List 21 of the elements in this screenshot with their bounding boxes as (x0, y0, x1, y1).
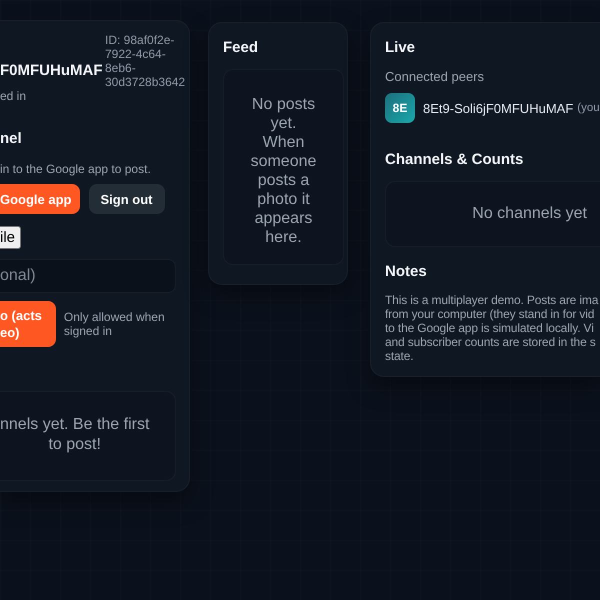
upload-note-text: Only allowed when signed in (64, 310, 166, 338)
peers-label: Connected peers (385, 69, 486, 85)
empty-state-text: No posts yet. When someone posts a photo it appears here. (250, 95, 318, 247)
hint-text: in to the Google app to post. (0, 161, 152, 177)
empty-state-text: No channels yet (472, 204, 587, 224)
section-heading: Channels & Counts (385, 150, 524, 170)
file-choose-button[interactable]: ile (0, 226, 22, 249)
peer-tag: (you (577, 102, 600, 114)
section-heading: nel (0, 129, 23, 149)
panel-title: Live (385, 38, 416, 58)
empty-state-text: nnels yet. Be the first to post! (0, 415, 150, 455)
caption-input[interactable]: onal) (0, 259, 176, 293)
peer-name: 8Et9-Soli6jF0MFUHuMAF (423, 100, 574, 116)
user-name: F0MFUHuMAF (0, 61, 102, 81)
section-heading: Notes (385, 262, 428, 282)
user-id-text: ID: 98af0f2e-7922-4c64-8eb6-30d3728b3642 (105, 33, 186, 91)
sign-out-button[interactable]: Sign out (88, 184, 164, 214)
notes-text: This is a multiplayer demo. Posts are ima from your computer (they stand in for vid to the Google app is simulated locally. Vi and subscriber counts are stored in the s state. (385, 293, 600, 363)
peer-avatar: 8E (385, 93, 415, 123)
sign-in-status: ed in (0, 88, 28, 104)
panel-title: Feed (223, 38, 260, 58)
